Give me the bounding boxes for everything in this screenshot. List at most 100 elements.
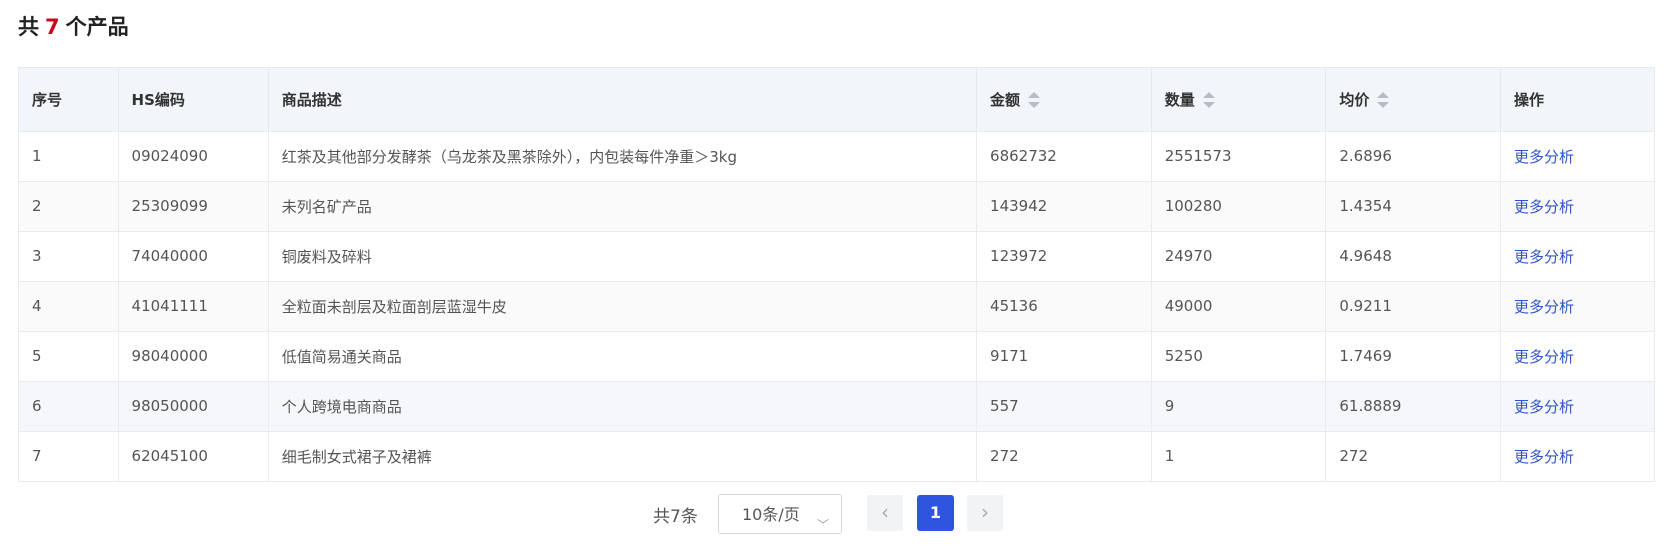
- column-header-label: 商品描述: [281, 90, 342, 109]
- cell-value: 细毛制女式裙子及裙裤: [281, 447, 432, 466]
- more-analysis-link[interactable]: 更多分析: [1514, 298, 1574, 316]
- cell-amount: 6862732: [976, 131, 1152, 181]
- title-prefix: 共: [18, 15, 39, 39]
- cell-avg: 1.7469: [1325, 331, 1502, 381]
- cell-value: 铜废料及碎料: [281, 247, 372, 266]
- cell-avg: 61.8889: [1325, 381, 1502, 431]
- cell-action: 更多分析: [1501, 231, 1654, 281]
- chevron-left-icon: ‹: [881, 500, 889, 524]
- cell-avg: 2.6896: [1325, 131, 1502, 181]
- page-title: 共 7 个产品: [18, 12, 129, 42]
- cell-value: 557: [990, 397, 1019, 415]
- sort-descending-icon[interactable]: [1202, 102, 1215, 109]
- cell-qty: 49000: [1151, 281, 1327, 331]
- page-size-value: 10条/页: [742, 505, 800, 524]
- column-header-desc: 商品描述: [268, 68, 978, 131]
- cell-qty: 9: [1151, 381, 1327, 431]
- cell-desc: 个人跨境电商商品: [268, 381, 978, 431]
- cell-hs: 74040000: [118, 231, 269, 281]
- cell-value: 98050000: [131, 397, 208, 415]
- column-header-label: 操作: [1514, 90, 1545, 109]
- cell-index: 3: [19, 231, 119, 281]
- cell-action: 更多分析: [1501, 331, 1654, 381]
- product-table: 序号 HS编码 商品描述 金额 数量 均价 操作 1 09024090 红茶及其他部分发酵茶（乌…: [18, 67, 1655, 482]
- cell-value: 6862732: [990, 147, 1057, 165]
- table-row: 5 98040000 低值简易通关商品 9171 5250 1.7469 更多分析: [19, 331, 1654, 381]
- chevron-down-icon: ﹀: [816, 518, 829, 532]
- cell-value: 49000: [1164, 297, 1213, 315]
- cell-hs: 62045100: [118, 431, 269, 481]
- cell-value: 45136: [990, 297, 1038, 315]
- next-page-button[interactable]: ›: [967, 495, 1003, 531]
- column-header-label: 均价: [1339, 90, 1370, 109]
- cell-index: 6: [19, 381, 119, 431]
- cell-avg: 0.9211: [1325, 281, 1502, 331]
- table-row: 6 98050000 个人跨境电商商品 557 9 61.8889 更多分析: [19, 381, 1654, 431]
- table-row: 7 62045100 细毛制女式裙子及裙裤 272 1 272 更多分析: [19, 431, 1654, 481]
- column-header-amount[interactable]: 金额: [976, 68, 1152, 131]
- cell-index: 4: [19, 281, 119, 331]
- cell-qty: 1: [1151, 431, 1327, 481]
- cell-value: 5250: [1164, 347, 1203, 365]
- cell-hs: 98040000: [118, 331, 269, 381]
- cell-value: 未列名矿产品: [281, 197, 372, 216]
- sort-ascending-icon[interactable]: [1202, 92, 1215, 99]
- column-header-qty[interactable]: 数量: [1151, 68, 1327, 131]
- cell-desc: 全粒面未剖层及粒面剖层蓝湿牛皮: [268, 281, 978, 331]
- cell-amount: 45136: [976, 281, 1152, 331]
- more-analysis-link[interactable]: 更多分析: [1514, 448, 1574, 466]
- more-analysis-link[interactable]: 更多分析: [1514, 198, 1574, 216]
- sort-icon[interactable]: [1028, 92, 1041, 109]
- cell-hs: 09024090: [118, 131, 269, 181]
- column-header-avg[interactable]: 均价: [1325, 68, 1502, 131]
- cell-qty: 100280: [1151, 181, 1327, 231]
- product-count: 7: [45, 15, 60, 39]
- cell-action: 更多分析: [1501, 431, 1654, 481]
- more-analysis-link[interactable]: 更多分析: [1514, 148, 1574, 166]
- cell-qty: 24970: [1151, 231, 1327, 281]
- table-row: 4 41041111 全粒面未剖层及粒面剖层蓝湿牛皮 45136 49000 0.9211…: [19, 281, 1654, 331]
- cell-amount: 123972: [976, 231, 1152, 281]
- more-analysis-link[interactable]: 更多分析: [1514, 398, 1574, 416]
- sort-descending-icon[interactable]: [1377, 102, 1390, 109]
- column-header-label: HS编码: [131, 90, 185, 109]
- cell-value: 272: [990, 447, 1019, 466]
- cell-value: 4: [32, 297, 42, 315]
- cell-value: 1: [32, 147, 42, 165]
- cell-index: 1: [19, 131, 119, 181]
- more-analysis-link[interactable]: 更多分析: [1514, 248, 1574, 266]
- prev-page-button[interactable]: ‹: [867, 495, 903, 531]
- pagination: 共7条 10条/页 ﹀ ‹ 1 ›: [0, 494, 1672, 536]
- cell-value: 2551573: [1164, 147, 1232, 165]
- cell-value: 3: [32, 247, 42, 265]
- cell-value: 9: [1164, 397, 1175, 415]
- cell-index: 2: [19, 181, 119, 231]
- cell-value: 25309099: [131, 197, 208, 215]
- page-size-select[interactable]: 10条/页 ﹀: [718, 494, 842, 534]
- cell-avg: 4.9648: [1325, 231, 1502, 281]
- cell-desc: 未列名矿产品: [268, 181, 978, 231]
- column-header-action: 操作: [1501, 68, 1654, 131]
- cell-value: 09024090: [131, 147, 208, 165]
- cell-value: 7: [32, 447, 42, 466]
- sort-ascending-icon[interactable]: [1377, 92, 1390, 99]
- cell-value: 24970: [1164, 247, 1213, 265]
- sort-descending-icon[interactable]: [1028, 102, 1041, 109]
- sort-ascending-icon[interactable]: [1028, 92, 1041, 99]
- cell-value: 6: [32, 397, 42, 415]
- cell-amount: 557: [976, 381, 1152, 431]
- cell-value: 100280: [1164, 197, 1222, 215]
- cell-value: 1: [1164, 447, 1175, 466]
- cell-hs: 41041111: [118, 281, 269, 331]
- sort-icon[interactable]: [1377, 92, 1390, 109]
- cell-value: 1.7469: [1339, 347, 1392, 365]
- page-number-1[interactable]: 1: [917, 495, 954, 531]
- sort-icon[interactable]: [1202, 92, 1215, 109]
- cell-value: 9171: [990, 347, 1029, 365]
- table-body: 1 09024090 红茶及其他部分发酵茶（乌龙茶及黑茶除外），内包装每件净重＞3k…: [19, 131, 1654, 481]
- cell-amount: 143942: [976, 181, 1152, 231]
- table-row: 2 25309099 未列名矿产品 143942 100280 1.4354 更多分析: [19, 181, 1654, 231]
- more-analysis-link[interactable]: 更多分析: [1514, 348, 1574, 366]
- column-header-label: 序号: [32, 90, 63, 109]
- column-header-label: 数量: [1164, 90, 1195, 109]
